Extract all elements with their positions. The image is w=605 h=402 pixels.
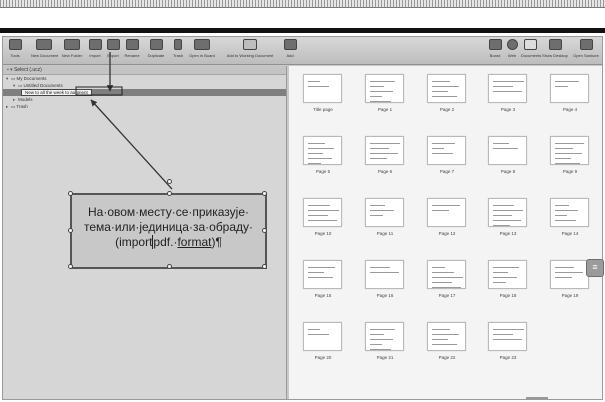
highlight-box xyxy=(75,86,123,96)
annotation-arrows xyxy=(75,52,173,190)
horizontal-scrollbar[interactable] xyxy=(526,397,548,399)
arrow-from-callout xyxy=(90,99,173,190)
